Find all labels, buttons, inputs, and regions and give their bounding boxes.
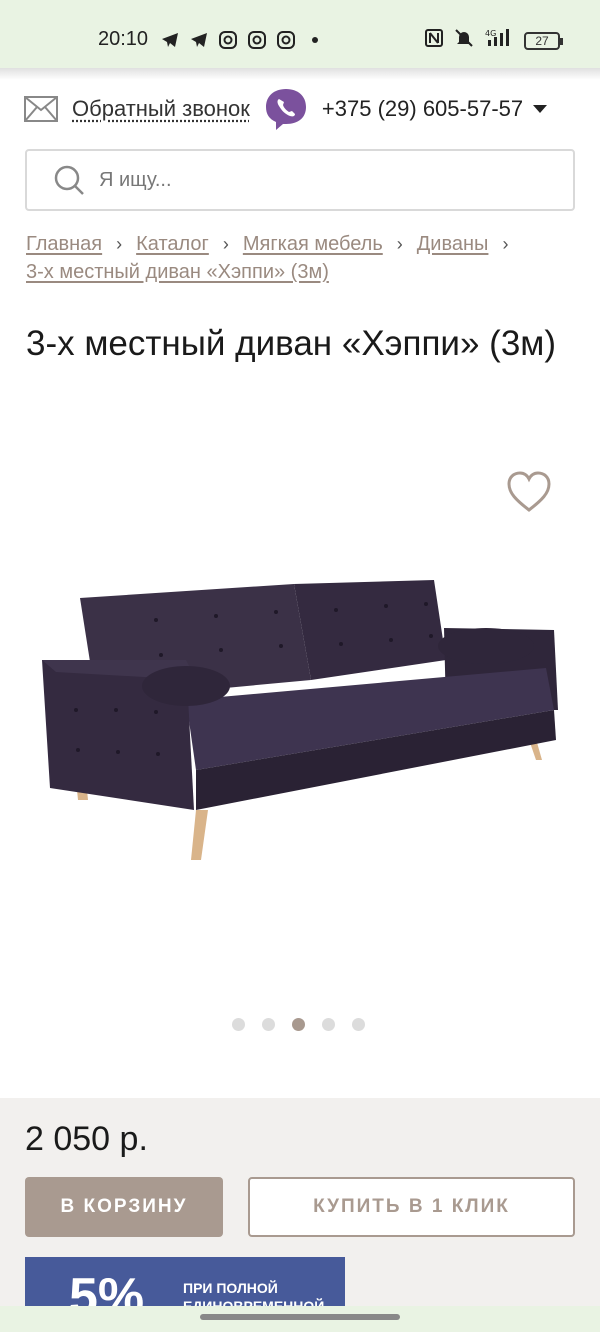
carousel-dot[interactable] xyxy=(262,1018,275,1031)
viber-icon[interactable] xyxy=(264,87,308,131)
callback-link[interactable]: Обратный звонок xyxy=(72,96,250,122)
instagram-icon xyxy=(218,30,238,50)
breadcrumb-soft-furniture[interactable]: Мягкая мебель xyxy=(243,233,383,255)
buy-one-click-button[interactable]: КУПИТЬ В 1 КЛИК xyxy=(248,1177,575,1237)
promo-text: ПРИ ПОЛНОЙ ЕДИНОВРЕМЕННОЙ xyxy=(183,1279,324,1309)
heart-icon[interactable] xyxy=(506,470,552,514)
breadcrumb-home[interactable]: Главная xyxy=(26,233,102,255)
signal-4g-icon: 4G xyxy=(484,28,514,53)
chevron-right-icon: › xyxy=(396,234,403,254)
instagram-icon xyxy=(247,30,267,50)
product-image[interactable] xyxy=(36,560,566,870)
system-icons: 4G 27 xyxy=(424,28,563,53)
promo-percent: 5% xyxy=(69,1268,145,1309)
add-to-cart-button[interactable]: В КОРЗИНУ xyxy=(25,1177,223,1237)
image-carousel-dots xyxy=(232,1018,365,1031)
breadcrumb-current[interactable]: 3-х местный диван «Хэппи» (3м) xyxy=(26,261,329,283)
chevron-down-icon[interactable] xyxy=(533,105,548,113)
instagram-icon xyxy=(276,30,296,50)
search-icon[interactable] xyxy=(53,164,85,196)
promo-banner[interactable]: 5% ПРИ ПОЛНОЙ ЕДИНОВРЕМЕННОЙ xyxy=(25,1257,345,1309)
mute-icon xyxy=(454,28,474,53)
header-shadow xyxy=(0,68,600,80)
carousel-dot[interactable] xyxy=(322,1018,335,1031)
nfc-icon xyxy=(424,28,444,53)
page-title: 3-х местный диван «Хэппи» (3м) xyxy=(26,324,557,363)
search-input[interactable] xyxy=(99,168,519,192)
telegram-icon xyxy=(160,30,180,50)
svg-text:4G: 4G xyxy=(485,29,496,38)
contact-header: Обратный звонок +375 (29) 605-57-57 xyxy=(24,84,576,134)
chevron-right-icon: › xyxy=(502,234,509,254)
breadcrumb-sofas[interactable]: Диваны xyxy=(417,233,489,255)
phone-number[interactable]: +375 (29) 605-57-57 xyxy=(322,96,523,122)
home-gesture-handle[interactable] xyxy=(200,1314,400,1320)
carousel-dot-active[interactable] xyxy=(292,1018,305,1031)
telegram-icon xyxy=(189,30,209,50)
battery-icon: 27 xyxy=(524,31,563,50)
envelope-icon[interactable] xyxy=(24,96,58,122)
product-price: 2 050 р. xyxy=(25,1120,148,1158)
carousel-dot[interactable] xyxy=(232,1018,245,1031)
carousel-dot[interactable] xyxy=(352,1018,365,1031)
chevron-right-icon: › xyxy=(222,234,229,254)
chevron-right-icon: › xyxy=(116,234,123,254)
breadcrumb-catalog[interactable]: Каталог xyxy=(136,233,209,255)
dot-icon xyxy=(305,30,325,50)
status-time: 20:10 xyxy=(98,28,149,50)
search-bar[interactable] xyxy=(25,149,575,211)
notification-icons xyxy=(160,30,325,50)
breadcrumb: Главная › Каталог › Мягкая мебель › Диваны › 3-х… xyxy=(26,230,586,286)
promo-line-1: ПРИ ПОЛНОЙ xyxy=(183,1280,278,1296)
